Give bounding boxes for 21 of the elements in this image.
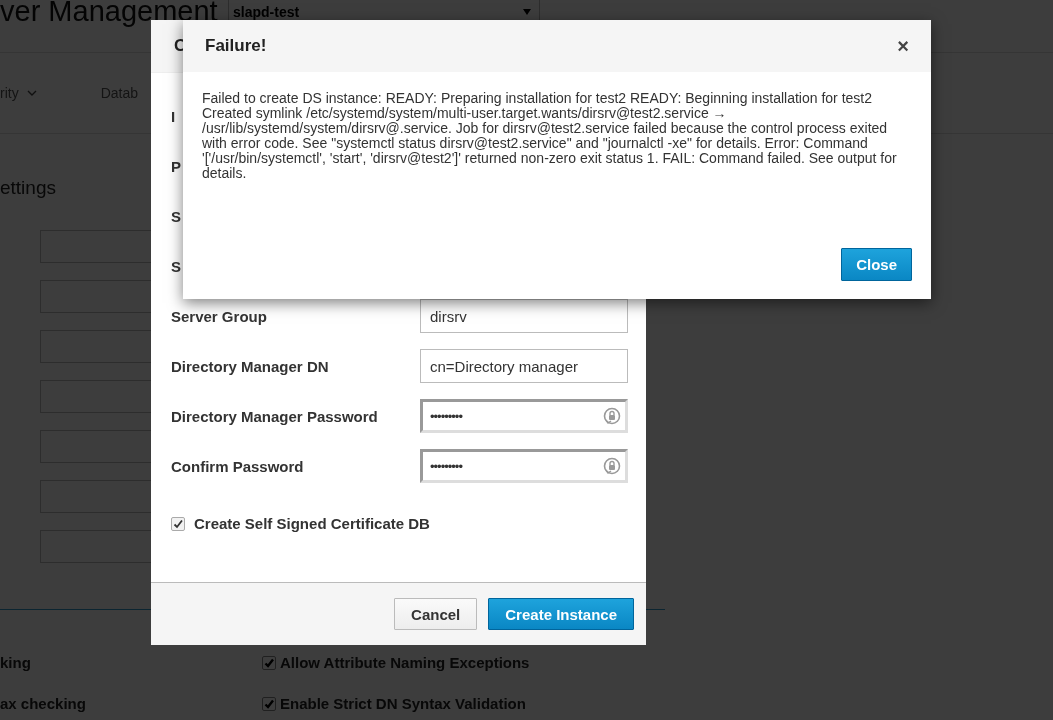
field-label: S xyxy=(171,207,181,225)
field-label: S xyxy=(171,257,181,275)
key-icon[interactable] xyxy=(603,406,621,426)
close-button[interactable]: × xyxy=(893,34,913,58)
password-field[interactable]: ••••••••• xyxy=(420,399,628,433)
checkbox-label: Create Self Signed Certificate DB xyxy=(194,515,430,532)
key-icon[interactable] xyxy=(603,456,621,476)
password-field[interactable]: ••••••••• xyxy=(420,449,628,483)
field-label: Server Group xyxy=(171,307,268,325)
field-label: I xyxy=(171,107,176,125)
field-label: Directory Manager Password xyxy=(171,407,379,425)
error-message: Failed to create DS instance: READY: Preparing installation for test2 READY: Beginning installation for test2 Created symlink /etc/systemd/system/multi-user.target.wants/dirsrv@test2.service → /usr/lib/systemd/system/dirsrv@.service. Job for dirsrv@test2.service failed because the control process exited with error code. See "systemctl status dirsrv@test2.service" and "journalctl -xe" for details. Error: Command '['/usr/bin/systemctl', 'start', 'dirsrv@test2']' returned non-zero exit status 1. FAIL: Command failed. See output for details. xyxy=(202,91,898,181)
page-title: ver Management xyxy=(0,0,219,26)
dialog-title: Failure! xyxy=(205,36,267,56)
field-label: Confirm Password xyxy=(171,457,305,475)
cancel-button[interactable]: Cancel xyxy=(394,598,478,630)
field-label: Directory Manager DN xyxy=(171,357,330,375)
input-field[interactable]: cn=Directory manager xyxy=(420,349,628,383)
input-field[interactable]: dirsrv xyxy=(420,299,628,333)
field-label: P xyxy=(171,157,181,175)
checkbox[interactable] xyxy=(171,516,185,531)
